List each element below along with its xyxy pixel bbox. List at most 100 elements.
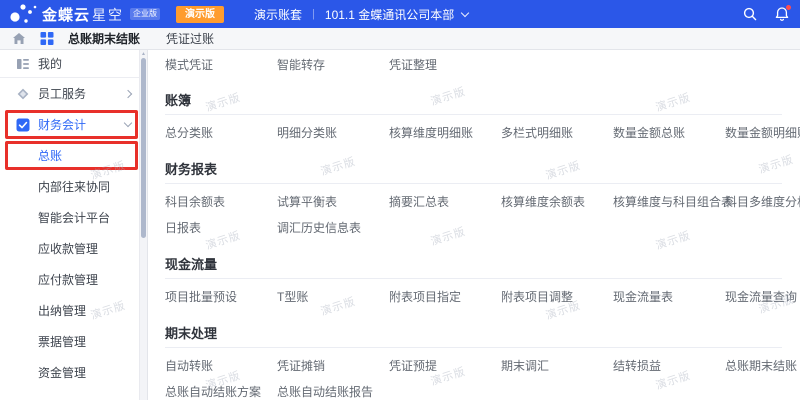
section-title: 财务报表 — [165, 161, 218, 177]
app-link[interactable]: 期末调汇 — [501, 357, 549, 374]
app-link[interactable]: T型账 — [277, 288, 308, 305]
app-link[interactable]: 科目多维度分析 — [725, 193, 800, 210]
search-icon[interactable] — [742, 6, 758, 22]
sidebar-item-label: 票据管理 — [38, 335, 87, 349]
app-link[interactable]: 核算维度明细账 — [389, 124, 473, 141]
sidebar-item-label: 智能会计平台 — [38, 211, 111, 225]
demo-version-badge: 演示版 — [176, 5, 225, 23]
link-row: 科目余额表 试算平衡表 摘要汇总表 核算维度余额表 核算维度与科目组合表科目多维度分析 — [165, 188, 800, 214]
notification-bell-icon[interactable] — [774, 5, 791, 22]
section-title: 现金流量 — [165, 256, 218, 272]
sidebar-item-cashier[interactable]: 出纳管理 — [0, 295, 147, 326]
section-divider — [165, 114, 782, 115]
scrollbar-thumb[interactable] — [141, 58, 146, 238]
annotation-box — [5, 141, 138, 170]
home-icon[interactable] — [12, 32, 26, 45]
kingdee-logo-icon — [10, 4, 37, 23]
app-link[interactable]: 总账期末结账 — [725, 357, 797, 374]
section-title: 账簿 — [165, 92, 192, 108]
sidebar-item-label: 应收款管理 — [38, 242, 99, 256]
app-link[interactable]: 凭证摊销 — [277, 357, 325, 374]
sidebar-item-label: 员工服务 — [38, 87, 87, 101]
app-link[interactable]: 智能转存 — [277, 56, 325, 73]
app-link[interactable]: 总账自动结账报告 — [277, 383, 373, 400]
link-row: 总分类账 明细分类账 核算维度明细账 多栏式明细账 数量金额总账 数量金额明细账 — [165, 119, 800, 145]
tab-bar: 总账期末结账 凭证过账 — [0, 28, 800, 50]
edition-badge: 企业版 — [130, 8, 161, 20]
sidebar-item-label: 出纳管理 — [38, 304, 87, 318]
sidebar-item-my[interactable]: 我的 — [0, 50, 147, 78]
sidebar: 我的员工服务财务会计总账内部往来协同 智能会计平台 应收款管理应付款管理出纳管理票据… — [0, 50, 148, 400]
sidebar-item-finance-accounting[interactable]: 财务会计 — [0, 109, 147, 140]
link-row: 模式凭证 智能转存 凭证整理 — [165, 52, 800, 76]
brand-subname: 星空 — [92, 6, 125, 23]
app-link[interactable]: 自动转账 — [165, 357, 213, 374]
app-link[interactable]: 调汇历史信息表 — [277, 219, 361, 236]
app-link[interactable]: 附表项目调整 — [501, 288, 573, 305]
checkbox-icon — [16, 118, 30, 132]
app-link[interactable]: 科目余额表 — [165, 193, 225, 210]
app-link[interactable]: 项目批量预设 — [165, 288, 237, 305]
sidebar-item-notes[interactable]: 票据管理 — [0, 326, 147, 357]
app-link[interactable]: 附表项目指定 — [389, 288, 461, 305]
app-link[interactable]: 数量金额总账 — [613, 124, 685, 141]
sidebar-item-general-ledger[interactable]: 总账 — [0, 140, 147, 171]
app-link[interactable]: 模式凭证 — [165, 56, 213, 73]
link-row: 项目批量预设 T型账 附表项目指定 附表项目调整 现金流量表 现金流量查询 — [165, 283, 800, 309]
sidebar-item-label: 我的 — [38, 57, 63, 71]
section-title: 期末处理 — [165, 325, 218, 341]
sidebar-item-label: 应付款管理 — [38, 273, 99, 287]
section-header-ledgers: 账簿 — [165, 90, 800, 108]
app-link[interactable]: 数量金额明细账 — [725, 124, 800, 141]
organization-name[interactable]: 101.1 金蝶通讯公司本部 — [325, 6, 454, 23]
app-link[interactable]: 现金流量查询 — [725, 288, 797, 305]
top-bar: 金蝶云 星空 企业版 演示版 演示账套 | 101.1 金蝶通讯公司本部 — [0, 0, 800, 28]
module-link-panel: 模式凭证 智能转存 凭证整理账簿总分类账 明细分类账 核算维度明细账 多栏式明细账 数量金额… — [148, 50, 800, 400]
app-link[interactable]: 核算维度与科目组合表 — [613, 193, 733, 210]
sidebar-scrollbar[interactable]: ▲ — [139, 50, 147, 400]
app-link[interactable]: 核算维度余额表 — [501, 193, 585, 210]
sidebar-item-internal-settlement[interactable]: 内部往来协同 — [0, 171, 147, 202]
app-link[interactable]: 明细分类账 — [277, 124, 337, 141]
brand: 金蝶云 星空 — [42, 4, 124, 25]
notification-dot — [786, 5, 791, 10]
chevron-down-icon[interactable] — [461, 8, 470, 17]
sidebar-item-payables[interactable]: 应付款管理 — [0, 264, 147, 295]
app-link[interactable]: 总分类账 — [165, 124, 213, 141]
diamond-icon — [16, 87, 30, 101]
section-divider — [165, 183, 782, 184]
app-link[interactable]: 试算平衡表 — [277, 193, 337, 210]
chevron-down-icon — [123, 118, 133, 128]
app-link[interactable]: 凭证整理 — [389, 56, 437, 73]
app-link[interactable]: 多栏式明细账 — [501, 124, 573, 141]
app-link[interactable]: 现金流量表 — [613, 288, 673, 305]
sidebar-item-employee-services[interactable]: 员工服务 — [0, 78, 147, 109]
section-header-financial-reports: 财务报表 — [165, 159, 800, 177]
app-link[interactable]: 日报表 — [165, 219, 201, 236]
sidebar-item-label: 总账 — [38, 149, 63, 163]
tab-voucher-posting[interactable]: 凭证过账 — [166, 30, 214, 47]
sidebar-item-label: 内部往来协同 — [38, 180, 111, 194]
sidebar-item-receivables[interactable]: 应收款管理 — [0, 233, 147, 264]
tab-gl-period-end-close[interactable]: 总账期末结账 — [68, 30, 140, 47]
app-link[interactable]: 总账自动结账方案 — [165, 383, 261, 400]
section-divider — [165, 347, 782, 348]
sidebar-item-treasury[interactable]: 资金管理 — [0, 357, 147, 388]
sidebar-item-label: 财务会计 — [38, 118, 87, 132]
link-row: 自动转账 凭证摊销 凭证预提 期末调汇 结转损益 总账期末结账 — [165, 352, 800, 378]
sidebar-item-label: 资金管理 — [38, 366, 87, 380]
app-grid-icon[interactable] — [40, 32, 54, 45]
app-link[interactable]: 凭证预提 — [389, 357, 437, 374]
app-link[interactable]: 结转损益 — [613, 357, 661, 374]
chevron-right-icon — [123, 89, 133, 98]
my-icon — [16, 57, 30, 71]
link-row: 日报表 调汇历史信息表 — [165, 214, 800, 240]
account-set-label[interactable]: 演示账套 — [254, 6, 302, 23]
separator: | — [312, 8, 315, 20]
section-divider — [165, 278, 782, 279]
scrollbar-up-arrow[interactable]: ▲ — [140, 51, 147, 57]
brand-name: 金蝶云 — [42, 6, 91, 24]
sidebar-item-smart-accounting[interactable]: 智能会计平台 — [0, 202, 147, 233]
app-link[interactable]: 摘要汇总表 — [389, 193, 449, 210]
section-header-period-end: 期末处理 — [165, 323, 800, 341]
